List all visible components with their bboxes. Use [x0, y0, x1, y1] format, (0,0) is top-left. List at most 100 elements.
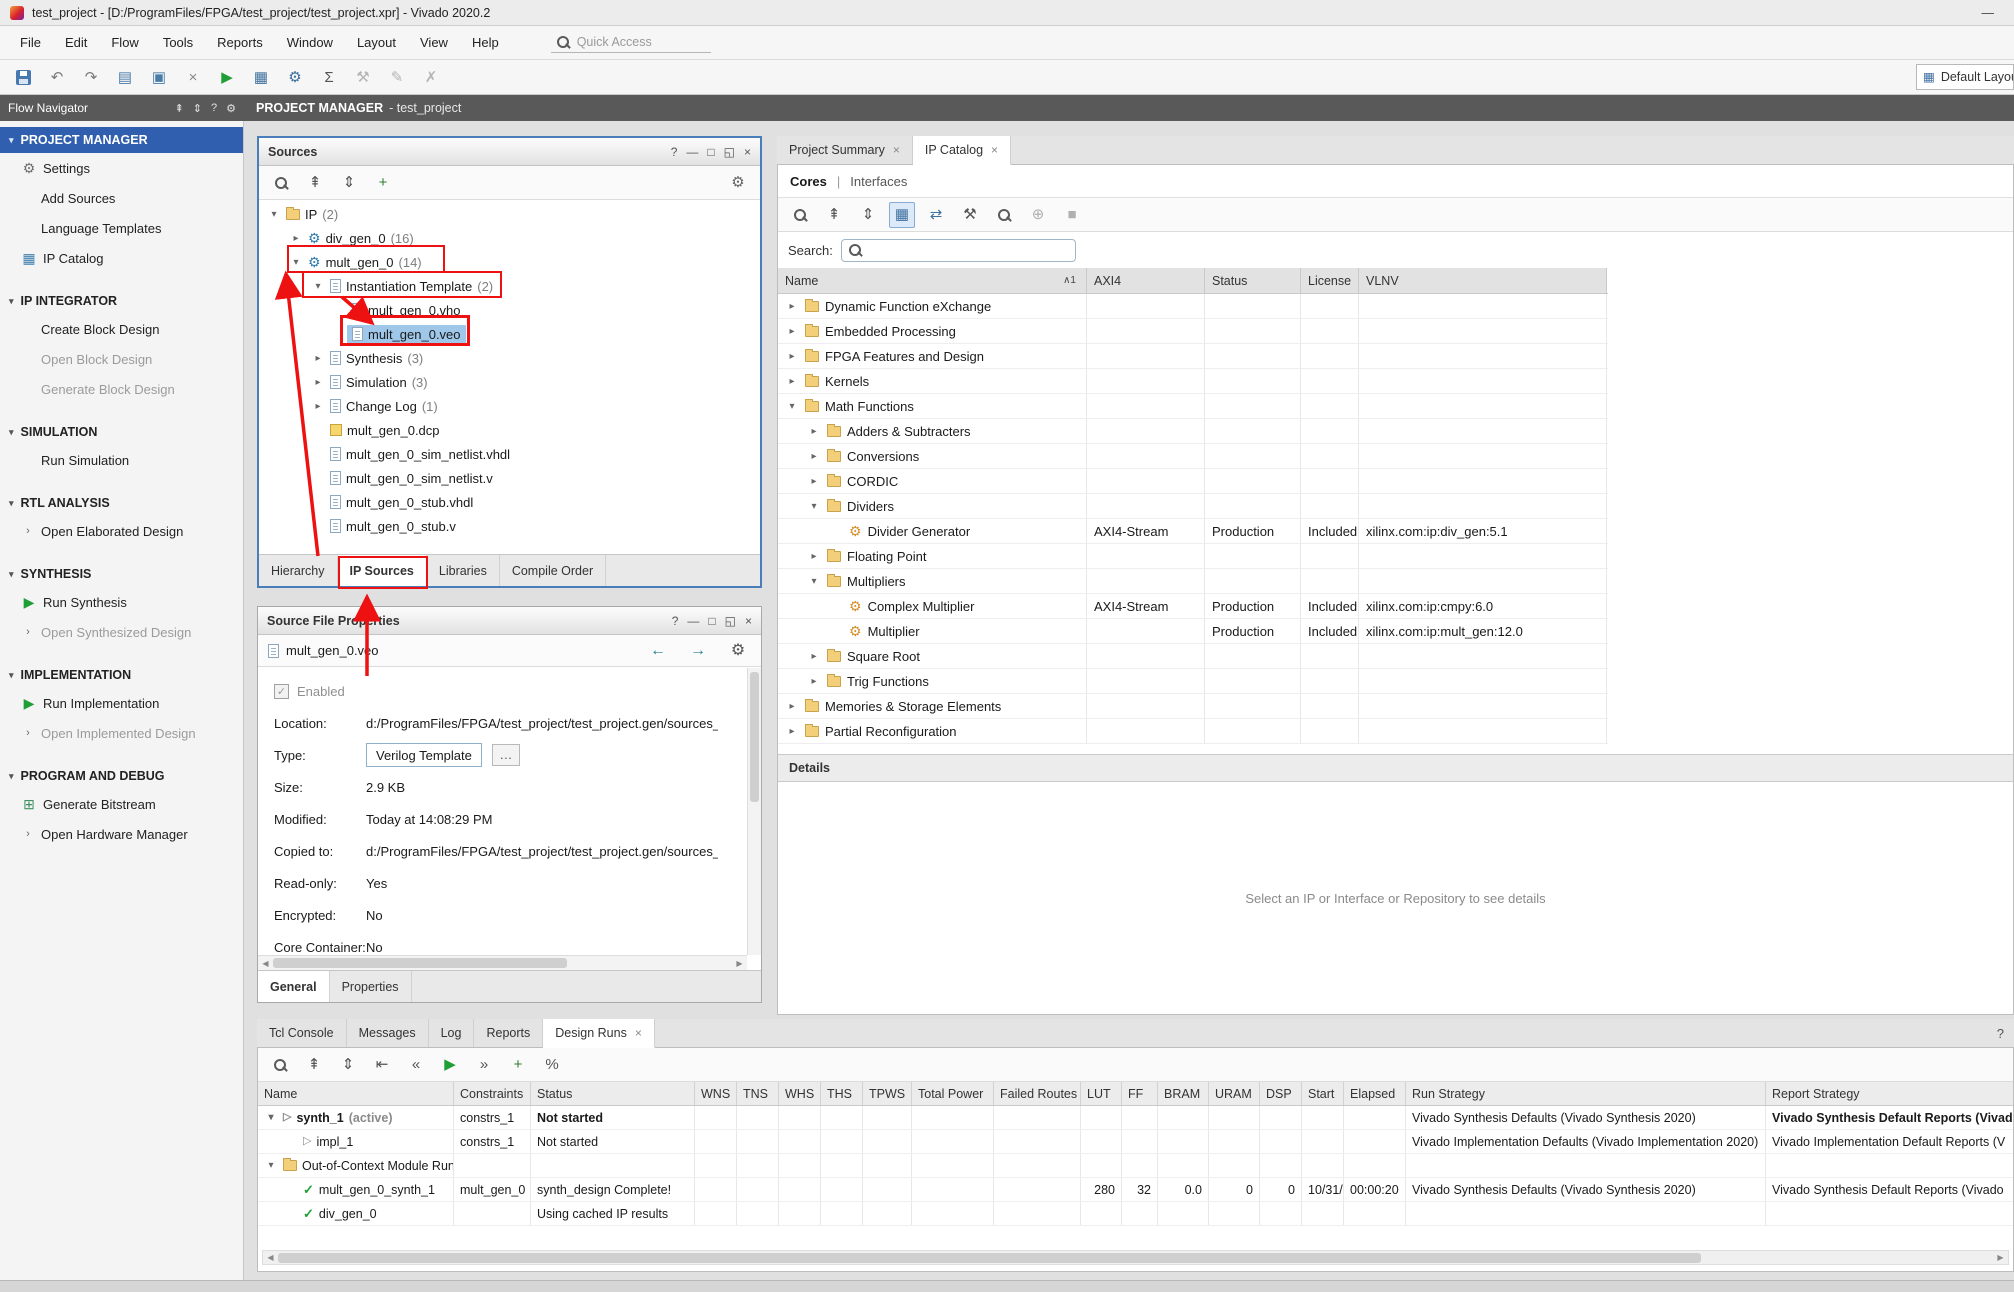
scrollbar-thumb[interactable]	[278, 1253, 1701, 1263]
goto-start-icon[interactable]: ⇤	[369, 1052, 395, 1078]
column-header-lut[interactable]: LUT	[1081, 1082, 1122, 1105]
flownav-section-program-and-debug[interactable]: ▾PROGRAM AND DEBUG	[0, 763, 243, 789]
source-tree-item-mult-gen-0-dcp[interactable]: mult_gen_0.dcp	[259, 418, 760, 442]
forward-icon[interactable]: →	[685, 638, 711, 664]
expand-icon[interactable]: ⇕	[193, 102, 202, 115]
settings-icon[interactable]: ⚙	[725, 638, 751, 664]
collapse-arrow-icon[interactable]: ▾	[264, 1160, 278, 1171]
delete-icon[interactable]: ×	[180, 64, 206, 90]
search-icon[interactable]	[267, 1052, 293, 1078]
ip-catalog-row-dynamic-function-exchange[interactable]: ▸Dynamic Function eXchange	[778, 294, 1608, 319]
design-run-row-synth-1[interactable]: ▾▷synth_1(active)constrs_1Not startedViv…	[258, 1106, 2013, 1130]
ip-catalog-row-embedded-processing[interactable]: ▸Embedded Processing	[778, 319, 1608, 344]
column-header-vlnv[interactable]: VLNV	[1359, 268, 1607, 293]
interfaces-tab[interactable]: Interfaces	[850, 174, 907, 189]
sources-tab-compile-order[interactable]: Compile Order	[500, 555, 606, 586]
expand-arrow-icon[interactable]: ▸	[807, 651, 821, 662]
expand-arrow-icon[interactable]: ▸	[807, 451, 821, 462]
document-tab-ip-catalog[interactable]: IP Catalog×	[913, 136, 1011, 165]
float-icon[interactable]: ◱	[725, 614, 736, 628]
expand-arrow-icon[interactable]: ▸	[311, 401, 325, 412]
scroll-left-icon[interactable]: ◀	[258, 959, 273, 968]
flownav-item-open-hardware-manager[interactable]: ›Open Hardware Manager	[0, 819, 243, 849]
menu-help[interactable]: Help	[460, 30, 511, 55]
step-forward-icon[interactable]: »	[471, 1052, 497, 1078]
scrollbar-thumb[interactable]	[750, 672, 759, 802]
maximize-icon[interactable]: □	[707, 145, 714, 159]
source-tree-item-mult-gen-0[interactable]: ▾⚙mult_gen_0(14)	[259, 250, 760, 274]
flownav-item-generate-bitstream[interactable]: ⊞Generate Bitstream	[0, 789, 243, 819]
ip-catalog-row-floating-point[interactable]: ▸Floating Point	[778, 544, 1608, 569]
design-run-row-div-gen-0[interactable]: ✓div_gen_0Using cached IP results	[258, 1202, 2013, 1226]
group-view-icon[interactable]: ▦	[889, 202, 915, 228]
flownav-section-ip-integrator[interactable]: ▾IP INTEGRATOR	[0, 288, 243, 314]
console-tab-messages[interactable]: Messages	[347, 1019, 429, 1047]
source-tree-item-instantiation-template[interactable]: ▾Instantiation Template(2)	[259, 274, 760, 298]
flownav-item-generate-block-design[interactable]: Generate Block Design	[0, 374, 243, 404]
expand-arrow-icon[interactable]: ▸	[785, 326, 799, 337]
menu-view[interactable]: View	[408, 30, 460, 55]
flownav-item-open-elaborated-design[interactable]: ›Open Elaborated Design	[0, 516, 243, 546]
source-tree-item-change-log[interactable]: ▸Change Log(1)	[259, 394, 760, 418]
ip-catalog-row-memories-storage-elements[interactable]: ▸Memories & Storage Elements	[778, 694, 1608, 719]
compare-icon[interactable]: ⇄	[923, 202, 949, 228]
column-header-bram[interactable]: BRAM	[1158, 1082, 1209, 1105]
menu-reports[interactable]: Reports	[205, 30, 275, 55]
minimize-icon[interactable]: —	[686, 145, 698, 159]
search-icon[interactable]	[787, 202, 813, 228]
source-tree-item-mult-gen-0-veo[interactable]: mult_gen_0.veo	[259, 322, 760, 346]
settings-icon[interactable]: ⚙	[282, 64, 308, 90]
flownav-item-run-implementation[interactable]: ▶Run Implementation	[0, 688, 243, 718]
expand-arrow-icon[interactable]: ▸	[785, 376, 799, 387]
column-header-start[interactable]: Start	[1302, 1082, 1344, 1105]
flownav-item-language-templates[interactable]: Language Templates	[0, 213, 243, 243]
console-tab-tcl-console[interactable]: Tcl Console	[257, 1019, 347, 1047]
sources-tab-ip-sources[interactable]: IP Sources	[338, 555, 427, 586]
ip-catalog-row-trig-functions[interactable]: ▸Trig Functions	[778, 669, 1608, 694]
tools-icon[interactable]: ⚒	[350, 64, 376, 90]
step-back-icon[interactable]: «	[403, 1052, 429, 1078]
document-tab-project-summary[interactable]: Project Summary×	[777, 136, 913, 164]
add-repository-icon[interactable]: ⊕	[1025, 202, 1051, 228]
column-header-total-power[interactable]: Total Power	[912, 1082, 994, 1105]
close-icon[interactable]: ×	[635, 1026, 642, 1040]
column-header-name[interactable]: Name	[258, 1082, 454, 1105]
ip-catalog-row-partial-reconfiguration[interactable]: ▸Partial Reconfiguration	[778, 719, 1608, 744]
ip-catalog-row-kernels[interactable]: ▸Kernels	[778, 369, 1608, 394]
menu-tools[interactable]: Tools	[151, 30, 205, 55]
scroll-right-icon[interactable]: ▶	[732, 959, 747, 968]
maximize-icon[interactable]: □	[708, 614, 715, 628]
column-header-axi4[interactable]: AXI4	[1087, 268, 1205, 293]
undo-icon[interactable]: ↶	[44, 64, 70, 90]
help-icon[interactable]: ?	[672, 614, 679, 628]
properties-tab-properties[interactable]: Properties	[330, 971, 412, 1002]
ip-catalog-row-multipliers[interactable]: ▾Multipliers	[778, 569, 1608, 594]
source-tree-item-mult-gen-0-vho[interactable]: mult_gen_0.vho	[259, 298, 760, 322]
close-icon[interactable]: ×	[991, 143, 998, 157]
ip-catalog-row-dividers[interactable]: ▾Dividers	[778, 494, 1608, 519]
copy-icon[interactable]: ▣	[146, 64, 172, 90]
column-header-constraints[interactable]: Constraints	[454, 1082, 531, 1105]
source-tree-item-mult-gen-0-stub-v[interactable]: mult_gen_0_stub.v	[259, 514, 760, 538]
probe-icon[interactable]: ✗	[418, 64, 444, 90]
settings-icon[interactable]: ⚙	[226, 102, 236, 115]
flownav-item-run-synthesis[interactable]: ▶Run Synthesis	[0, 587, 243, 617]
expand-arrow-icon[interactable]: ▸	[785, 726, 799, 737]
collapse-arrow-icon[interactable]: ▾	[807, 501, 821, 512]
scroll-left-icon[interactable]: ◀	[263, 1253, 278, 1262]
column-header-tpws[interactable]: TPWS	[863, 1082, 912, 1105]
locate-icon[interactable]	[991, 202, 1017, 228]
column-header-tns[interactable]: TNS	[737, 1082, 779, 1105]
source-tree-item-synthesis[interactable]: ▸Synthesis(3)	[259, 346, 760, 370]
flownav-section-rtl-analysis[interactable]: ▾RTL ANALYSIS	[0, 490, 243, 516]
collapse-all-icon[interactable]: ⇞	[821, 202, 847, 228]
column-header-status[interactable]: Status	[531, 1082, 695, 1105]
console-tab-reports[interactable]: Reports	[474, 1019, 543, 1047]
flownav-section-synthesis[interactable]: ▾SYNTHESIS	[0, 561, 243, 587]
column-header-license[interactable]: License	[1301, 268, 1359, 293]
ip-catalog-row-fpga-features-and-design[interactable]: ▸FPGA Features and Design	[778, 344, 1608, 369]
expand-all-icon[interactable]: ⇕	[855, 202, 881, 228]
expand-arrow-icon[interactable]: ▸	[785, 301, 799, 312]
expand-all-icon[interactable]: ⇕	[336, 170, 362, 196]
collapse-arrow-icon[interactable]: ▾	[785, 401, 799, 412]
